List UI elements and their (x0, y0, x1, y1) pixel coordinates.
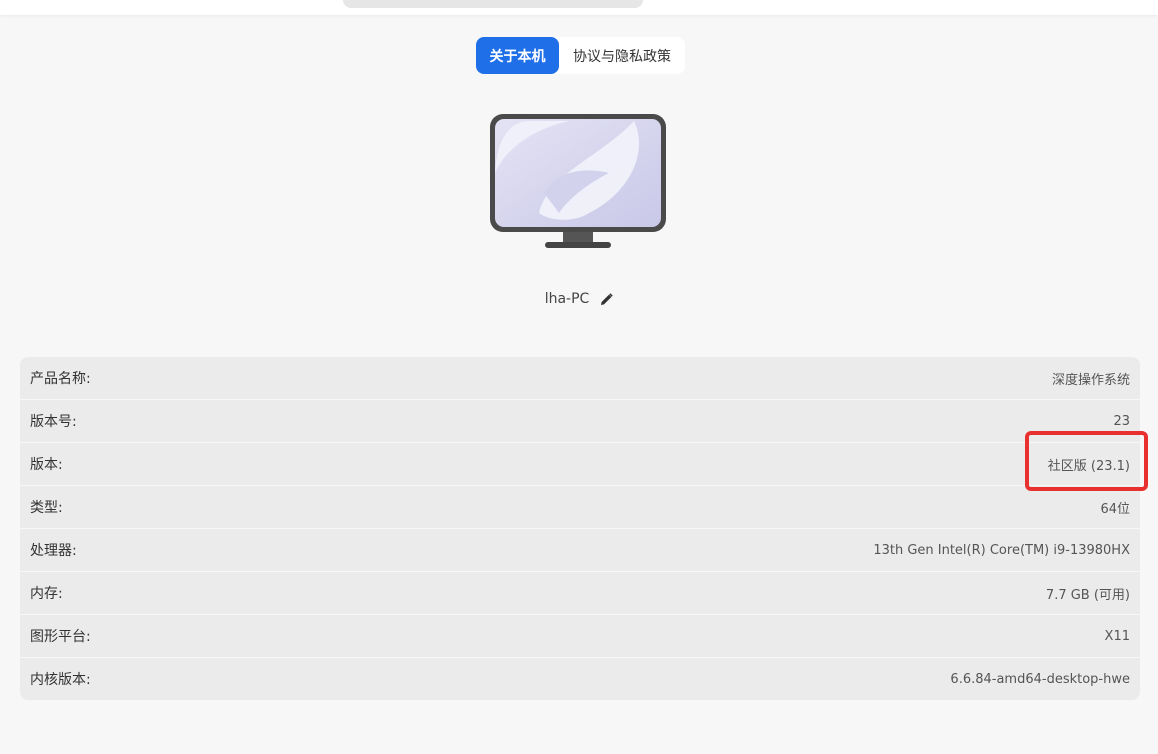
info-row-kernel-version: 内核版本: 6.6.84-amd64-desktop-hwe (20, 658, 1140, 700)
tab-about-this-pc[interactable]: 关于本机 (476, 37, 559, 74)
info-label: 产品名称: (30, 371, 91, 387)
info-row-memory: 内存: 7.7 GB (可用) (20, 572, 1140, 614)
tab-agreements-privacy[interactable]: 协议与隐私政策 (559, 37, 685, 74)
info-label: 内核版本: (30, 672, 91, 688)
info-label: 版本: (30, 457, 63, 473)
info-row-edition: 版本: 社区版 (23.1) (20, 443, 1140, 485)
monitor-icon (490, 114, 666, 248)
title-bar (0, 0, 1158, 15)
system-info-list: 产品名称: 深度操作系统 版本号: 23 版本: 社区版 (23.1) 类型: … (20, 357, 1140, 701)
info-value: 社区版 (23.1) (1047, 458, 1130, 474)
info-label: 图形平台: (30, 629, 91, 645)
info-value: 64位 (1100, 501, 1130, 517)
info-value: 深度操作系统 (1051, 372, 1130, 388)
info-value: 7.7 GB (可用) (1045, 587, 1130, 603)
info-row-processor: 处理器: 13th Gen Intel(R) Core(TM) i9-13980… (20, 529, 1140, 571)
pencil-icon[interactable] (599, 292, 613, 306)
info-label: 版本号: (30, 414, 77, 430)
info-row-product-name: 产品名称: 深度操作系统 (20, 357, 1140, 399)
info-label: 类型: (30, 500, 63, 516)
info-value: 23 (1113, 413, 1130, 429)
info-label: 内存: (30, 586, 63, 602)
search-bar[interactable] (343, 0, 643, 8)
info-row-version-number: 版本号: 23 (20, 400, 1140, 442)
info-value: 6.6.84-amd64-desktop-hwe (950, 671, 1130, 687)
hostname-row: lha-PC (0, 288, 1158, 310)
hostname: lha-PC (544, 291, 590, 307)
tab-switcher: 关于本机 协议与隐私政策 (476, 37, 685, 74)
info-row-graphics-platform: 图形平台: X11 (20, 615, 1140, 657)
info-row-type: 类型: 64位 (20, 486, 1140, 528)
info-label: 处理器: (30, 543, 77, 559)
info-value: 13th Gen Intel(R) Core(TM) i9-13980HX (873, 542, 1130, 558)
info-value: X11 (1104, 628, 1130, 644)
